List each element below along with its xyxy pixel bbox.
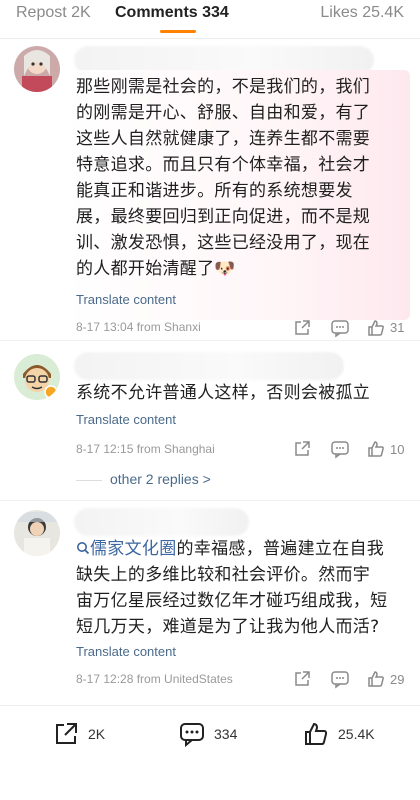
comment-icon[interactable] <box>330 669 350 689</box>
tab-comments[interactable]: Comments 334 <box>115 4 229 22</box>
like-icon <box>305 722 328 745</box>
translate-link[interactable]: Translate content <box>76 292 176 307</box>
comment-icon[interactable] <box>330 439 350 459</box>
divider <box>0 500 420 501</box>
username-blurred[interactable] <box>74 508 249 536</box>
comment-meta: 8-17 12:15 from Shanghai <box>76 442 215 456</box>
like-button[interactable]: 25.4K <box>302 720 402 750</box>
share-icon[interactable] <box>292 439 312 459</box>
comment-text-line: 的幸福感，普遍建立在自我 <box>176 539 385 559</box>
search-icon <box>77 542 90 555</box>
like-icon[interactable] <box>366 439 386 459</box>
translate-link[interactable]: Translate content <box>76 412 176 427</box>
share-icon[interactable] <box>292 318 312 338</box>
comment-text: 那些刚需是社会的，不是我们的，我们 的刚需是开心、舒服、自由和爱，有了 这些人自… <box>76 77 371 279</box>
replies-label: other 2 replies > <box>110 471 211 487</box>
like-count: 31 <box>390 320 405 335</box>
tab-repost[interactable]: Repost 2K <box>16 4 91 22</box>
username-blurred[interactable] <box>74 352 344 380</box>
comment-button[interactable]: 334 <box>178 720 268 750</box>
divider <box>0 340 420 341</box>
comment-meta: 8-17 13:04 from Shanxi <box>76 320 201 334</box>
avatar[interactable] <box>14 46 60 92</box>
topic-tag-label: 儒家文化圈 <box>90 539 177 559</box>
share-icon <box>56 723 77 744</box>
more-replies-link[interactable]: other 2 replies > <box>76 466 406 496</box>
like-count: 25.4K <box>338 726 375 742</box>
like-count: 29 <box>390 672 405 687</box>
comment-icon <box>180 723 204 748</box>
avatar[interactable] <box>14 354 60 400</box>
share-button[interactable]: 2K <box>52 720 132 750</box>
like-icon[interactable] <box>366 669 386 689</box>
comment-meta: 8-17 12:28 from UnitedStates <box>76 672 233 686</box>
tab-bar: Repost 2K Comments 334 Likes 25.4K <box>0 0 420 38</box>
divider <box>0 38 420 39</box>
comment-text: 系统不允许普通人这样，否则会被孤立 <box>76 383 371 403</box>
avatar[interactable] <box>14 510 60 556</box>
like-count: 10 <box>390 442 405 457</box>
topic-tag[interactable]: 儒家文化圈 <box>76 539 177 559</box>
comment-text: 儒家文化圈的幸福感，普遍建立在自我 缺失上的多维比较和社会评价。然而宇 宙万亿星… <box>76 539 388 637</box>
active-tab-indicator <box>160 30 196 33</box>
share-icon[interactable] <box>292 669 312 689</box>
like-icon[interactable] <box>366 318 386 338</box>
tab-likes[interactable]: Likes 25.4K <box>320 4 404 22</box>
comment-count: 334 <box>214 726 238 742</box>
translate-link[interactable]: Translate content <box>76 644 176 659</box>
bottom-action-bar: 2K 334 25.4K <box>0 705 420 765</box>
share-count: 2K <box>88 726 106 742</box>
divider <box>76 480 102 481</box>
comment-icon[interactable] <box>330 318 350 338</box>
